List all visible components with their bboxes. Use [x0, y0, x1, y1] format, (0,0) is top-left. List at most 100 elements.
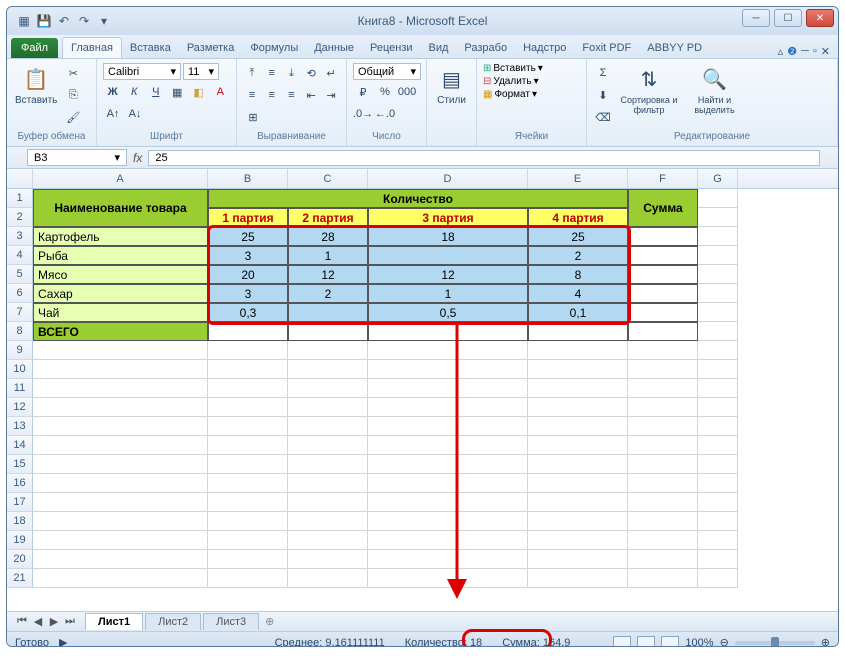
cut-icon[interactable]: ✂ — [63, 63, 83, 83]
cell-r13c0[interactable] — [33, 417, 208, 436]
cell-r20c3[interactable] — [368, 550, 528, 569]
cell-r15c0[interactable] — [33, 455, 208, 474]
border-button[interactable]: ▦ — [168, 82, 188, 102]
cell-r11c3[interactable] — [368, 379, 528, 398]
cell-r14c5[interactable] — [628, 436, 698, 455]
row-11[interactable]: 11 — [7, 379, 33, 398]
fill-icon[interactable]: ⬇ — [593, 85, 613, 105]
new-sheet-icon[interactable]: ⊕ — [265, 615, 274, 628]
cell-r19c5[interactable] — [628, 531, 698, 550]
row-17[interactable]: 17 — [7, 493, 33, 512]
cell-data-4-2[interactable]: 0,5 — [368, 303, 528, 322]
cell-r20c5[interactable] — [628, 550, 698, 569]
insert-cells-button[interactable]: ⊞Вставить▾ — [483, 63, 580, 74]
col-C[interactable]: C — [288, 169, 368, 188]
cell-r11c6[interactable] — [698, 379, 738, 398]
format-cells-button[interactable]: ▦Формат▾ — [483, 89, 580, 100]
qat-dropdown-icon[interactable]: ▾ — [95, 12, 113, 30]
underline-button[interactable]: Ч — [146, 82, 166, 102]
cell-data-0-3[interactable]: 25 — [528, 227, 628, 246]
find-select-button[interactable]: 🔍 Найти и выделить — [685, 63, 744, 117]
cell-r10c2[interactable] — [288, 360, 368, 379]
cell-total-3[interactable] — [528, 322, 628, 341]
cell-r11c2[interactable] — [288, 379, 368, 398]
cell-sum-1[interactable] — [628, 246, 698, 265]
cell-r13c2[interactable] — [288, 417, 368, 436]
paste-button[interactable]: 📋 Вставить — [13, 63, 59, 108]
align-right-icon[interactable]: ≡ — [283, 85, 301, 105]
tab-file[interactable]: Файл — [11, 38, 58, 58]
cell-G3[interactable] — [698, 227, 738, 246]
cell-r9c3[interactable] — [368, 341, 528, 360]
col-E[interactable]: E — [528, 169, 628, 188]
cell-r17c2[interactable] — [288, 493, 368, 512]
redo-icon[interactable]: ↷ — [75, 12, 93, 30]
cell-r9c2[interactable] — [288, 341, 368, 360]
cell-r14c0[interactable] — [33, 436, 208, 455]
cell-r17c0[interactable] — [33, 493, 208, 512]
cell-total-4[interactable] — [628, 322, 698, 341]
doc-close-icon[interactable]: ✕ — [821, 45, 830, 58]
cell-G5[interactable] — [698, 265, 738, 284]
help-icon[interactable]: ❷ — [787, 45, 797, 58]
cell-G1[interactable] — [698, 189, 738, 208]
cell-r19c3[interactable] — [368, 531, 528, 550]
increase-decimal-icon[interactable]: .0→ — [353, 104, 373, 124]
cell-r15c5[interactable] — [628, 455, 698, 474]
doc-minimize-icon[interactable]: ─ — [801, 45, 809, 58]
cell-r21c5[interactable] — [628, 569, 698, 588]
cell-r18c0[interactable] — [33, 512, 208, 531]
row-7[interactable]: 7 — [7, 303, 33, 322]
cell-data-1-1[interactable]: 1 — [288, 246, 368, 265]
cell-data-0-2[interactable]: 18 — [368, 227, 528, 246]
cell-r11c1[interactable] — [208, 379, 288, 398]
tab-foxit[interactable]: Foxit PDF — [574, 38, 639, 58]
cell-total-label[interactable]: ВСЕГО — [33, 322, 208, 341]
cell-batch-4[interactable]: 4 партия — [528, 208, 628, 227]
tab-review[interactable]: Рецензи — [362, 38, 421, 58]
cell-sum-2[interactable] — [628, 265, 698, 284]
cell-A1[interactable]: Наименование товара — [33, 189, 208, 227]
zoom-out-icon[interactable]: ⊖ — [720, 636, 729, 647]
cell-G6[interactable] — [698, 284, 738, 303]
percent-icon[interactable]: % — [375, 82, 395, 102]
cell-data-3-0[interactable]: 3 — [208, 284, 288, 303]
currency-icon[interactable]: ₽ — [353, 82, 373, 102]
row-13[interactable]: 13 — [7, 417, 33, 436]
cell-r19c1[interactable] — [208, 531, 288, 550]
bold-button[interactable]: Ж — [103, 82, 123, 102]
cell-qty-header[interactable]: Количество — [208, 189, 628, 208]
cell-r16c5[interactable] — [628, 474, 698, 493]
row-16[interactable]: 16 — [7, 474, 33, 493]
tab-insert[interactable]: Вставка — [122, 38, 179, 58]
cell-r17c5[interactable] — [628, 493, 698, 512]
merge-button[interactable]: ⊞ — [243, 107, 263, 127]
tab-formulas[interactable]: Формулы — [242, 38, 306, 58]
cell-r12c4[interactable] — [528, 398, 628, 417]
cell-data-1-3[interactable]: 2 — [528, 246, 628, 265]
cell-r20c4[interactable] — [528, 550, 628, 569]
cell-r17c6[interactable] — [698, 493, 738, 512]
increase-font-icon[interactable]: A↑ — [103, 104, 123, 124]
font-name-combo[interactable]: Calibri▾ — [103, 63, 181, 80]
cell-sum-0[interactable] — [628, 227, 698, 246]
cell-r21c6[interactable] — [698, 569, 738, 588]
cell-r19c4[interactable] — [528, 531, 628, 550]
sheet-first-icon[interactable]: ⏮ — [15, 615, 29, 628]
row-3[interactable]: 3 — [7, 227, 33, 246]
sort-filter-button[interactable]: ⇅ Сортировка и фильтр — [617, 63, 681, 117]
close-button[interactable]: ✕ — [806, 9, 834, 27]
decrease-indent-icon[interactable]: ⇤ — [302, 85, 320, 105]
cell-data-1-2[interactable] — [368, 246, 528, 265]
row-15[interactable]: 15 — [7, 455, 33, 474]
row-1[interactable]: 1 — [7, 189, 33, 208]
cell-r12c6[interactable] — [698, 398, 738, 417]
fx-icon[interactable]: fx — [133, 151, 142, 165]
cell-r13c1[interactable] — [208, 417, 288, 436]
cell-r16c6[interactable] — [698, 474, 738, 493]
cell-r13c4[interactable] — [528, 417, 628, 436]
cell-r21c4[interactable] — [528, 569, 628, 588]
sheet-tab-3[interactable]: Лист3 — [203, 613, 259, 630]
view-pagebreak-icon[interactable] — [661, 636, 679, 648]
cell-G7[interactable] — [698, 303, 738, 322]
